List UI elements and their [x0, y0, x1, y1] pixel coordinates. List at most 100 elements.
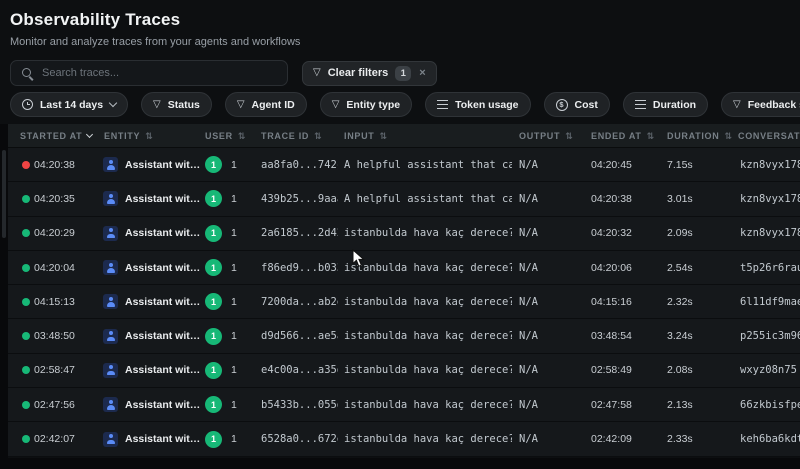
- sliders-icon: [634, 100, 646, 109]
- cell-input: istanbulda hava kaç derece?: [344, 261, 512, 274]
- trace-row[interactable]: 03:48:50 Assistant with ... 1 1 d9d566..…: [8, 319, 800, 354]
- cell-user: 1 1: [202, 361, 256, 379]
- sort-icon[interactable]: [238, 131, 246, 141]
- funnel-icon: [332, 100, 340, 110]
- agent-icon: [103, 157, 118, 173]
- filter-pill[interactable]: Last 14 days: [10, 92, 129, 117]
- user-avatar-badge: 1: [205, 156, 222, 174]
- page-header: Observability Traces Monitor and analyze…: [10, 10, 300, 48]
- cell-status: [8, 194, 34, 203]
- trace-row[interactable]: 04:20:38 Assistant with ... 1 1 aa8fa0..…: [8, 148, 800, 183]
- trace-row[interactable]: 04:20:04 Assistant with ... 1 1 f86ed9..…: [8, 250, 800, 286]
- trace-row[interactable]: 04:15:13 Assistant with ... 1 1 7200da..…: [8, 285, 800, 320]
- user-avatar-badge: 1: [205, 430, 222, 448]
- funnel-icon: [237, 100, 245, 110]
- user-count: 1: [231, 398, 237, 411]
- dollar-icon: [555, 98, 568, 111]
- column-header-output[interactable]: Output: [512, 131, 584, 141]
- entity-name: Assistant with ...: [125, 261, 202, 274]
- cell-trace-id: b5433b...055d: [261, 398, 338, 411]
- filter-pill[interactable]: Token usage: [425, 92, 531, 117]
- funnel-icon: [313, 68, 321, 78]
- sort-icon[interactable]: [565, 131, 573, 141]
- funnel-icon: [733, 100, 741, 110]
- cell-input: istanbulda hava kaç derece?: [344, 364, 512, 377]
- sort-icon[interactable]: [314, 131, 322, 141]
- sliders-icon: [437, 100, 449, 109]
- filter-pill[interactable]: Entity type: [319, 92, 413, 117]
- search-box: [10, 60, 288, 86]
- filter-pill[interactable]: Feedback source: [721, 92, 800, 117]
- filter-pill[interactable]: Agent ID: [224, 92, 307, 117]
- cell-input: A helpful assistant that can u...: [344, 192, 512, 205]
- filter-pill-label: Entity type: [346, 98, 401, 111]
- cell-entity: Assistant with ...: [100, 157, 202, 173]
- trace-row[interactable]: 04:20:35 Assistant with ... 1 1 439b25..…: [8, 182, 800, 217]
- user-avatar-badge: 1: [205, 224, 222, 242]
- cell-output: N/A: [519, 295, 538, 308]
- vertical-scrollbar[interactable]: [0, 124, 8, 469]
- column-header-ended-at[interactable]: Ended At: [584, 131, 660, 141]
- cell-entity: Assistant with ...: [100, 294, 202, 310]
- user-avatar-badge: 1: [205, 293, 222, 311]
- clear-filters-button[interactable]: Clear filters 1 ×: [302, 60, 437, 86]
- trace-row[interactable]: 02:58:47 Assistant with ... 1 1 e4c00a..…: [8, 353, 800, 389]
- sort-icon[interactable]: [380, 131, 388, 141]
- horizontal-scrollbar[interactable]: [0, 458, 800, 469]
- cell-user: 1 1: [202, 396, 256, 414]
- agent-icon: [103, 328, 118, 344]
- filter-pill[interactable]: Status: [141, 92, 212, 117]
- column-header-input[interactable]: Input: [338, 131, 512, 141]
- user-avatar-badge: 1: [205, 396, 222, 414]
- trace-row[interactable]: 02:42:07 Assistant with ... 1 1 6528a0..…: [8, 422, 800, 457]
- scrollbar-thumb[interactable]: [2, 150, 6, 238]
- sort-icon[interactable]: [145, 131, 153, 141]
- search-input[interactable]: [42, 67, 277, 79]
- cell-entity: Assistant with ...: [100, 260, 202, 276]
- agent-icon: [103, 294, 118, 310]
- cell-conversation: t5p26r6rau: [740, 261, 800, 274]
- filter-pill[interactable]: Duration: [622, 92, 709, 117]
- column-header-conversation[interactable]: Conversation: [734, 131, 800, 141]
- cell-conversation: p255ic3m96g: [740, 330, 800, 343]
- cell-ended-at: 04:20:06: [591, 261, 632, 274]
- entity-name: Assistant with ...: [125, 433, 202, 446]
- entity-name: Assistant with ...: [125, 330, 202, 343]
- observability-traces-page: Observability Traces Monitor and analyze…: [0, 0, 800, 469]
- status-dot-icon: [22, 297, 30, 306]
- status-dot-icon: [22, 366, 30, 375]
- user-count: 1: [231, 158, 237, 171]
- column-header-trace-id[interactable]: Trace ID: [256, 131, 338, 141]
- close-icon[interactable]: ×: [419, 67, 425, 79]
- cell-ended-at: 04:15:16: [591, 295, 632, 308]
- cell-entity: Assistant with ...: [100, 191, 202, 207]
- column-header-user[interactable]: User: [202, 131, 256, 141]
- column-header-duration[interactable]: Duration: [660, 131, 734, 141]
- column-header-entity[interactable]: Entity: [100, 131, 202, 141]
- cell-user: 1 1: [202, 190, 256, 208]
- entity-name: Assistant with ...: [125, 158, 202, 171]
- cell-started-at: 04:20:38: [34, 158, 75, 171]
- filter-pill[interactable]: Cost: [543, 92, 610, 117]
- sort-icon[interactable]: [647, 131, 655, 141]
- user-avatar-badge: 1: [205, 190, 222, 208]
- filter-pill-label: Token usage: [455, 98, 519, 111]
- page-subtitle: Monitor and analyze traces from your age…: [10, 36, 301, 48]
- cell-started-at: 04:20:04: [34, 261, 75, 274]
- sort-icon[interactable]: [724, 131, 732, 141]
- chevron-down-icon: [86, 130, 94, 139]
- cell-conversation: wxyz08n75: [740, 364, 797, 377]
- cell-duration: 3.01s: [667, 192, 693, 205]
- cell-duration: 7.15s: [667, 158, 693, 171]
- column-header-started-at[interactable]: Started At: [8, 131, 100, 141]
- entity-name: Assistant with ...: [125, 295, 202, 308]
- cell-user: 1 1: [202, 156, 256, 174]
- trace-row[interactable]: 04:20:29 Assistant with ... 1 1 2a6185..…: [8, 216, 800, 251]
- cell-trace-id: 2a6185...2d42: [261, 227, 338, 240]
- cell-conversation: kzn8vyx178: [740, 158, 800, 171]
- cell-user: 1 1: [202, 259, 256, 277]
- cell-conversation: 6l11df9maeq: [740, 295, 800, 308]
- cell-output: N/A: [519, 192, 538, 205]
- cell-ended-at: 04:20:32: [591, 227, 632, 240]
- trace-row[interactable]: 02:47:56 Assistant with ... 1 1 b5433b..…: [8, 388, 800, 423]
